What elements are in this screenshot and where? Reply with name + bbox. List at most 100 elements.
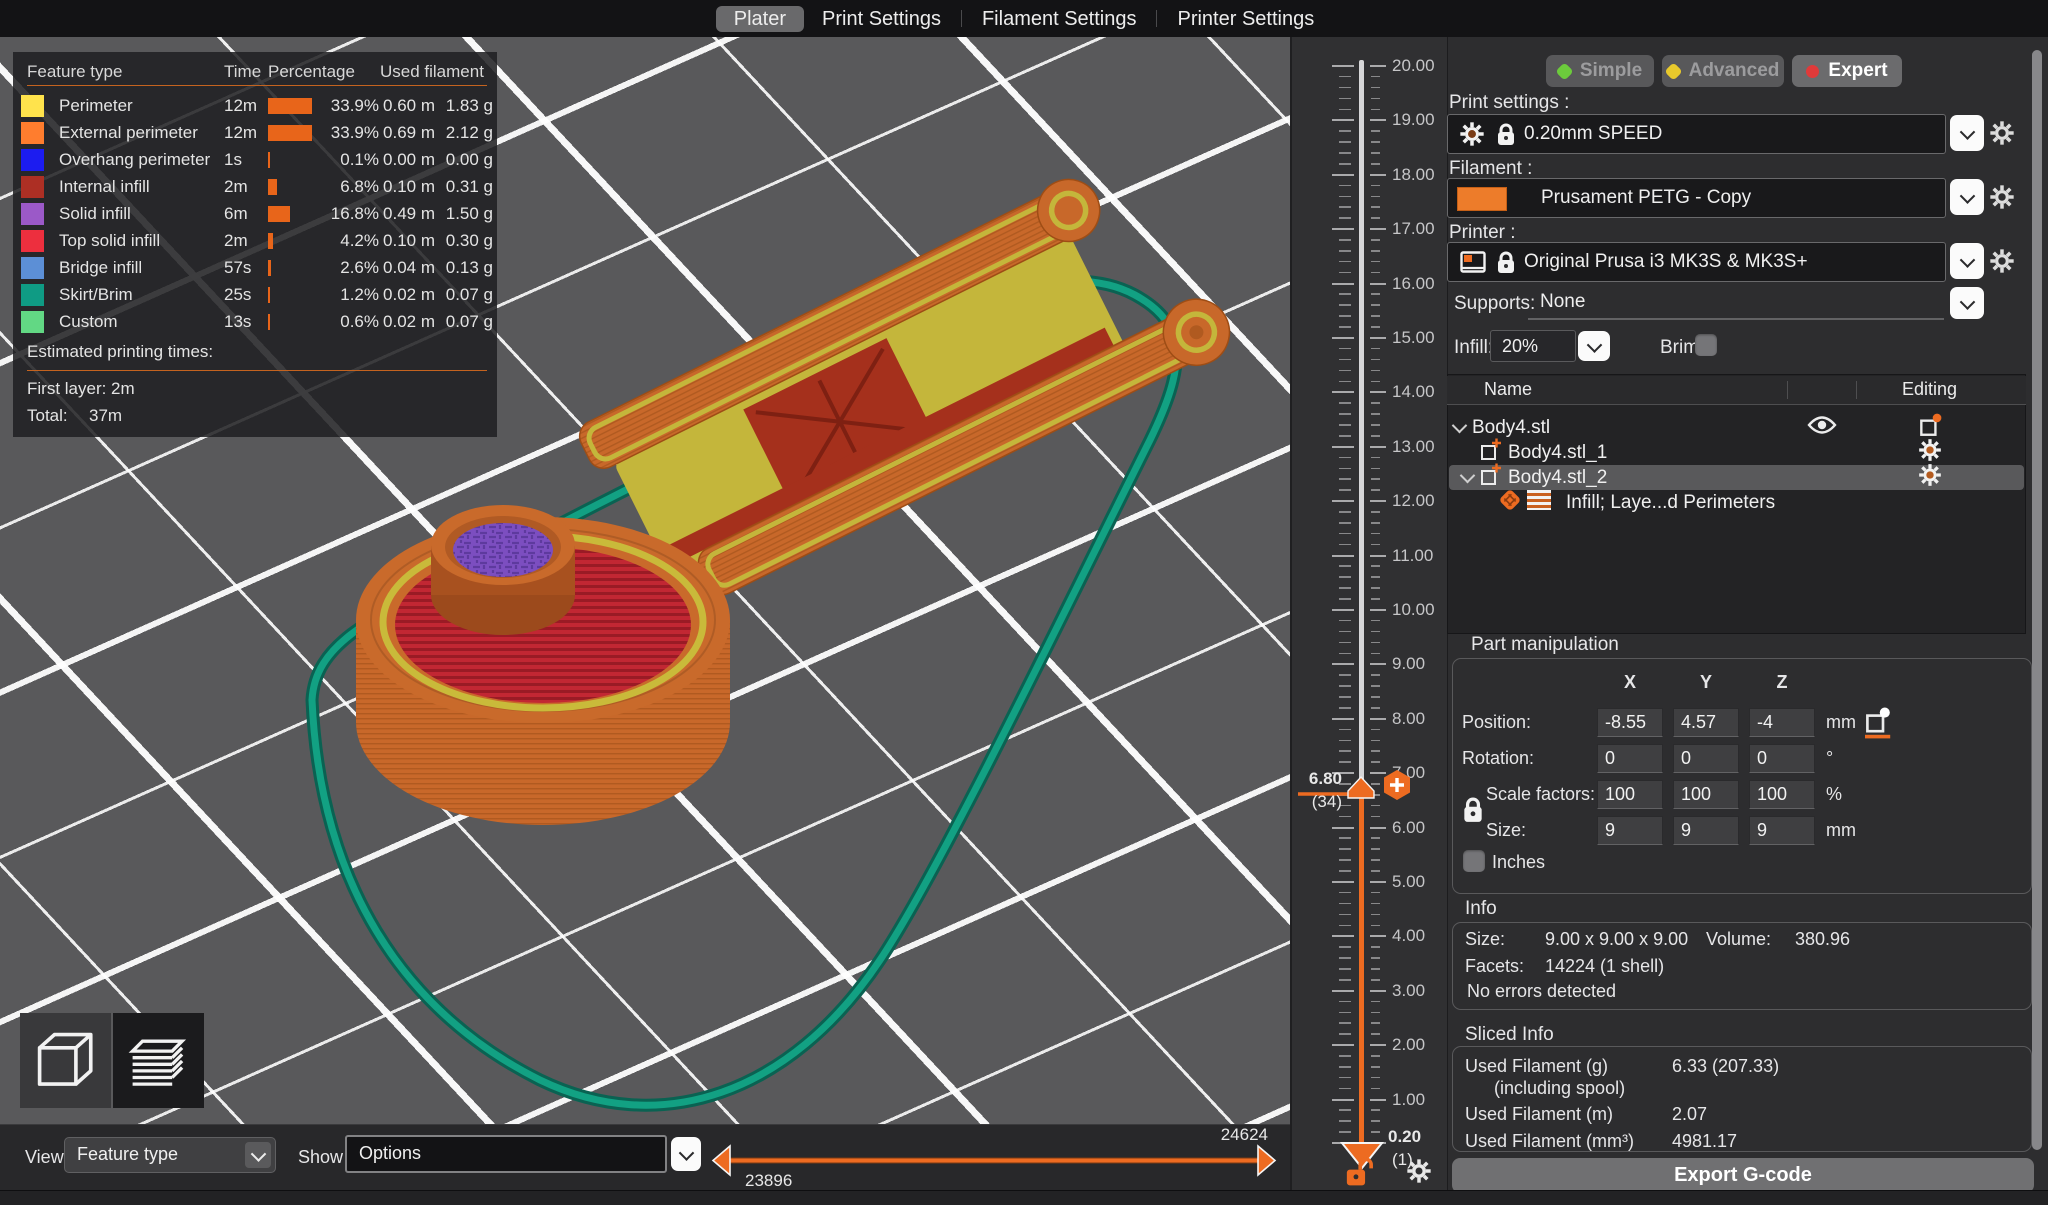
manip-input-z[interactable]: -4 bbox=[1749, 708, 1815, 737]
ruler-tick bbox=[1371, 478, 1380, 480]
ruler-tick bbox=[1371, 370, 1380, 372]
layer-slider-settings-gear-icon[interactable] bbox=[1405, 1157, 1433, 1185]
ruler-tick bbox=[1339, 326, 1351, 328]
manip-input-y[interactable]: 100 bbox=[1673, 780, 1739, 809]
legend-header: Time bbox=[224, 62, 261, 82]
layer-slider-track-lower[interactable] bbox=[1359, 783, 1364, 1142]
eye-icon[interactable] bbox=[1807, 415, 1837, 435]
object-list-editing-header: Editing bbox=[1902, 379, 1957, 400]
first-layer-time: First layer: 2m bbox=[27, 379, 135, 399]
tab-filament-settings[interactable]: Filament Settings bbox=[964, 6, 1155, 32]
export-gcode-button[interactable]: Export G-code bbox=[1452, 1158, 2034, 1193]
legend-row: Bridge infill57s2.6%0.04 m0.13 g bbox=[13, 254, 497, 281]
object-settings-gear-icon[interactable] bbox=[1917, 437, 1943, 463]
manip-row-label: Position: bbox=[1462, 712, 1531, 733]
infill-field[interactable]: 20% bbox=[1490, 330, 1576, 362]
object-settings-gear-icon[interactable] bbox=[1917, 462, 1943, 488]
print-settings-combo[interactable]: 0.20mm SPEED bbox=[1447, 114, 1946, 154]
info-volume-value: 380.96 bbox=[1795, 929, 1850, 950]
manip-row-label: Size: bbox=[1486, 820, 1526, 841]
ruler-tick bbox=[1339, 413, 1351, 415]
tab-plater[interactable]: Plater bbox=[716, 6, 804, 32]
inches-checkbox[interactable] bbox=[1463, 850, 1485, 872]
unlock-icon[interactable] bbox=[1344, 1155, 1374, 1189]
ruler-tick bbox=[1371, 163, 1380, 165]
ruler-tick bbox=[1339, 1077, 1351, 1079]
chevron-down-icon bbox=[245, 1142, 271, 1168]
layers-icon bbox=[126, 1028, 192, 1094]
legend-header: Percentage bbox=[268, 62, 355, 82]
print-settings-edit-gear-icon[interactable] bbox=[1988, 119, 2016, 147]
tab-print-settings[interactable]: Print Settings bbox=[804, 6, 959, 32]
feature-time: 57s bbox=[224, 258, 251, 278]
drop-to-bed-icon[interactable] bbox=[1860, 706, 1894, 742]
feature-percent: 33.9% bbox=[321, 123, 379, 143]
printer-combo[interactable]: Original Prusa i3 MK3S & MK3S+ bbox=[1447, 242, 1946, 282]
ruler-major-label: 17.00 bbox=[1392, 219, 1435, 239]
add-layer-range-button[interactable] bbox=[1380, 768, 1414, 802]
show-options-field[interactable]: Options bbox=[345, 1135, 667, 1173]
range-slider-right-handle[interactable] bbox=[1258, 1146, 1275, 1175]
info-facets-label: Facets: bbox=[1465, 956, 1524, 977]
ruler-tick bbox=[1371, 1001, 1380, 1003]
expander-chevron-icon[interactable] bbox=[1460, 467, 1476, 483]
ruler-tick bbox=[1371, 1066, 1380, 1068]
manip-input-z[interactable]: 0 bbox=[1749, 744, 1815, 773]
expander-chevron-icon[interactable] bbox=[1452, 417, 1468, 433]
manip-input-z[interactable]: 9 bbox=[1749, 816, 1815, 845]
manip-input-y[interactable]: 0 bbox=[1673, 744, 1739, 773]
range-slider-max-value: 24624 bbox=[1160, 1125, 1268, 1145]
edit-object-icon[interactable] bbox=[1917, 412, 1943, 438]
expert-mode-dot-icon bbox=[1804, 62, 1822, 80]
infill-dropdown-button[interactable] bbox=[1578, 331, 1610, 361]
show-options-dropdown-button[interactable] bbox=[671, 1137, 701, 1171]
print-settings-dropdown-button[interactable] bbox=[1950, 115, 1984, 151]
ruler-tick bbox=[1371, 489, 1380, 491]
manip-input-x[interactable]: 100 bbox=[1597, 780, 1663, 809]
ruler-major-label: 12.00 bbox=[1392, 491, 1435, 511]
estimated-times-title: Estimated printing times: bbox=[27, 342, 213, 362]
mode-expert-button[interactable]: Expert bbox=[1792, 55, 1902, 87]
ruler-tick bbox=[1371, 348, 1380, 350]
feature-time: 12m bbox=[224, 96, 257, 116]
sidebar-scrollbar[interactable] bbox=[2032, 50, 2042, 1150]
legend-row: Overhang perimeter1s0.1%0.00 m0.00 g bbox=[13, 146, 497, 173]
feature-length: 0.10 m bbox=[379, 231, 435, 251]
tab-printer-settings[interactable]: Printer Settings bbox=[1159, 6, 1332, 32]
layer-slider-track-upper[interactable] bbox=[1359, 60, 1364, 783]
view-layers-button[interactable] bbox=[113, 1013, 204, 1108]
brim-checkbox[interactable] bbox=[1695, 334, 1717, 356]
view-type-dropdown[interactable]: Feature type bbox=[64, 1137, 276, 1173]
supports-dropdown-button[interactable] bbox=[1950, 287, 1984, 319]
printer-edit-gear-icon[interactable] bbox=[1988, 247, 2016, 275]
manip-input-z[interactable]: 100 bbox=[1749, 780, 1815, 809]
manip-input-y[interactable]: 9 bbox=[1673, 816, 1739, 845]
ruler-major-label: 20.00 bbox=[1392, 56, 1435, 76]
mode-simple-button[interactable]: Simple bbox=[1546, 55, 1654, 87]
filament-combo[interactable]: Prusament PETG - Copy bbox=[1447, 178, 1946, 218]
feature-name: Perimeter bbox=[59, 96, 133, 116]
ruler-tick bbox=[1339, 468, 1351, 470]
manip-input-x[interactable]: 0 bbox=[1597, 744, 1663, 773]
range-slider-left-handle[interactable] bbox=[713, 1146, 730, 1175]
supports-combobox[interactable]: None bbox=[1528, 286, 1944, 320]
manip-input-x[interactable]: -8.55 bbox=[1597, 708, 1663, 737]
ruler-tick bbox=[1339, 315, 1351, 317]
mode-advanced-button[interactable]: Advanced bbox=[1662, 55, 1784, 87]
filament-dropdown-button[interactable] bbox=[1950, 179, 1984, 215]
object-list-row-infill-laye-d-perimeters[interactable]: Infill; Laye...d Perimeters bbox=[1449, 490, 2024, 515]
feature-color-swatch bbox=[21, 311, 44, 333]
view-3d-button[interactable] bbox=[20, 1013, 111, 1108]
manip-input-y[interactable]: 4.57 bbox=[1673, 708, 1739, 737]
ruler-tick bbox=[1339, 968, 1351, 970]
print-settings-gear-icon bbox=[1458, 120, 1486, 148]
uniform-scale-lock-icon[interactable] bbox=[1460, 794, 1486, 826]
legend-header: Used filament bbox=[380, 62, 484, 82]
filament-edit-gear-icon[interactable] bbox=[1988, 183, 2016, 211]
ruler-tick bbox=[1371, 304, 1380, 306]
ruler-tick bbox=[1371, 1055, 1380, 1057]
printer-icon bbox=[1460, 251, 1486, 275]
printer-dropdown-button[interactable] bbox=[1950, 243, 1984, 279]
manip-input-x[interactable]: 9 bbox=[1597, 816, 1663, 845]
ruler-tick bbox=[1371, 1109, 1380, 1111]
